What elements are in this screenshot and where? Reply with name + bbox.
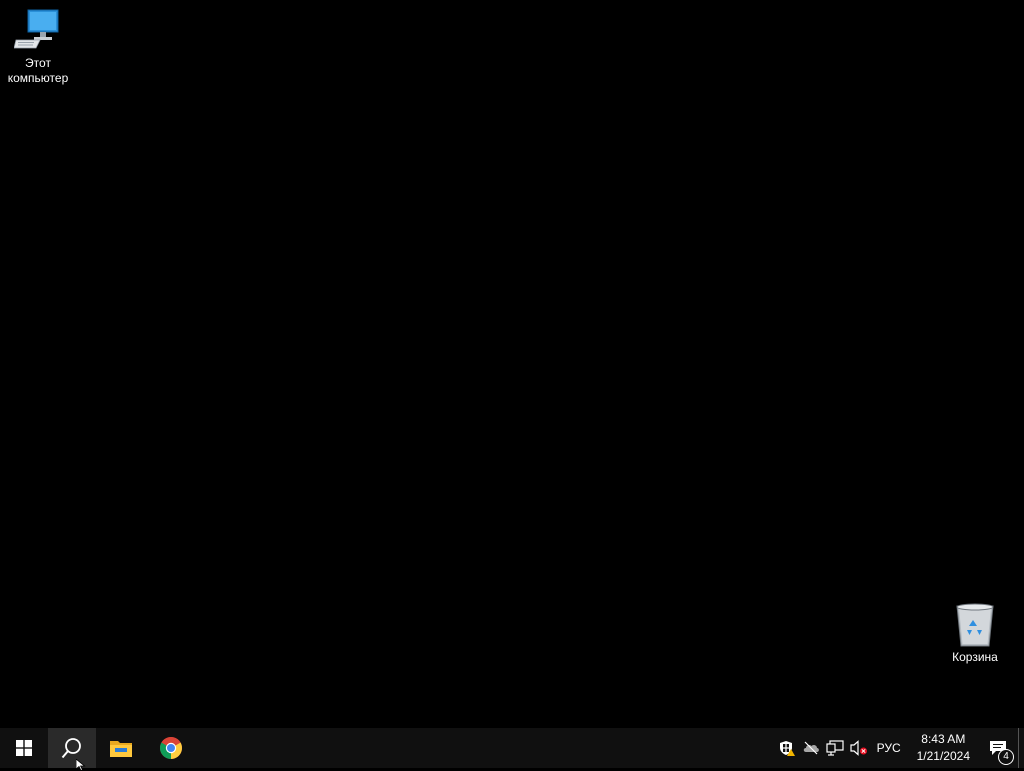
show-desktop-button[interactable] <box>1018 728 1024 768</box>
clock-date: 1/21/2024 <box>916 749 970 763</box>
this-pc-shortcut[interactable]: Этот компьютер <box>0 6 78 86</box>
this-pc-label: Этот компьютер <box>7 56 69 85</box>
taskbar: РУС 8:43 AM 1/21/2024 4 <box>0 728 1024 768</box>
recycle-bin-icon <box>956 603 994 647</box>
tray-item-network[interactable] <box>823 728 847 768</box>
tray-item-defender[interactable] <box>775 728 799 768</box>
search-button[interactable] <box>48 728 96 768</box>
defender-warning-icon <box>779 741 795 756</box>
tray-item-onedrive[interactable] <box>799 728 823 768</box>
chrome-taskbar-button[interactable] <box>146 728 196 768</box>
recycle-bin-shortcut[interactable]: Корзина <box>935 600 1015 665</box>
desktop: Этот компьютер Корзина <box>0 0 1024 728</box>
volume-muted-icon <box>849 740 867 756</box>
onedrive-offline-icon <box>803 741 819 755</box>
file-explorer-taskbar-button[interactable] <box>96 728 146 768</box>
recycle-bin-label: Корзина <box>952 650 998 664</box>
notification-count-badge: 4 <box>998 749 1014 765</box>
input-language-indicator[interactable]: РУС <box>871 728 909 768</box>
clock-time: 8:43 AM <box>921 732 966 746</box>
start-button[interactable] <box>0 728 48 768</box>
chrome-icon <box>160 737 182 759</box>
network-icon <box>825 740 844 756</box>
mouse-cursor-icon <box>76 759 86 771</box>
search-icon <box>61 738 81 759</box>
file-explorer-icon <box>110 741 132 757</box>
tray-item-volume[interactable] <box>847 728 871 768</box>
clock[interactable]: 8:43 AM 1/21/2024 <box>909 728 978 768</box>
windows-logo-icon <box>16 740 32 756</box>
system-tray: РУС 8:43 AM 1/21/2024 4 <box>775 728 1024 768</box>
action-center-button[interactable]: 4 <box>978 728 1018 768</box>
this-pc-icon <box>14 9 59 49</box>
